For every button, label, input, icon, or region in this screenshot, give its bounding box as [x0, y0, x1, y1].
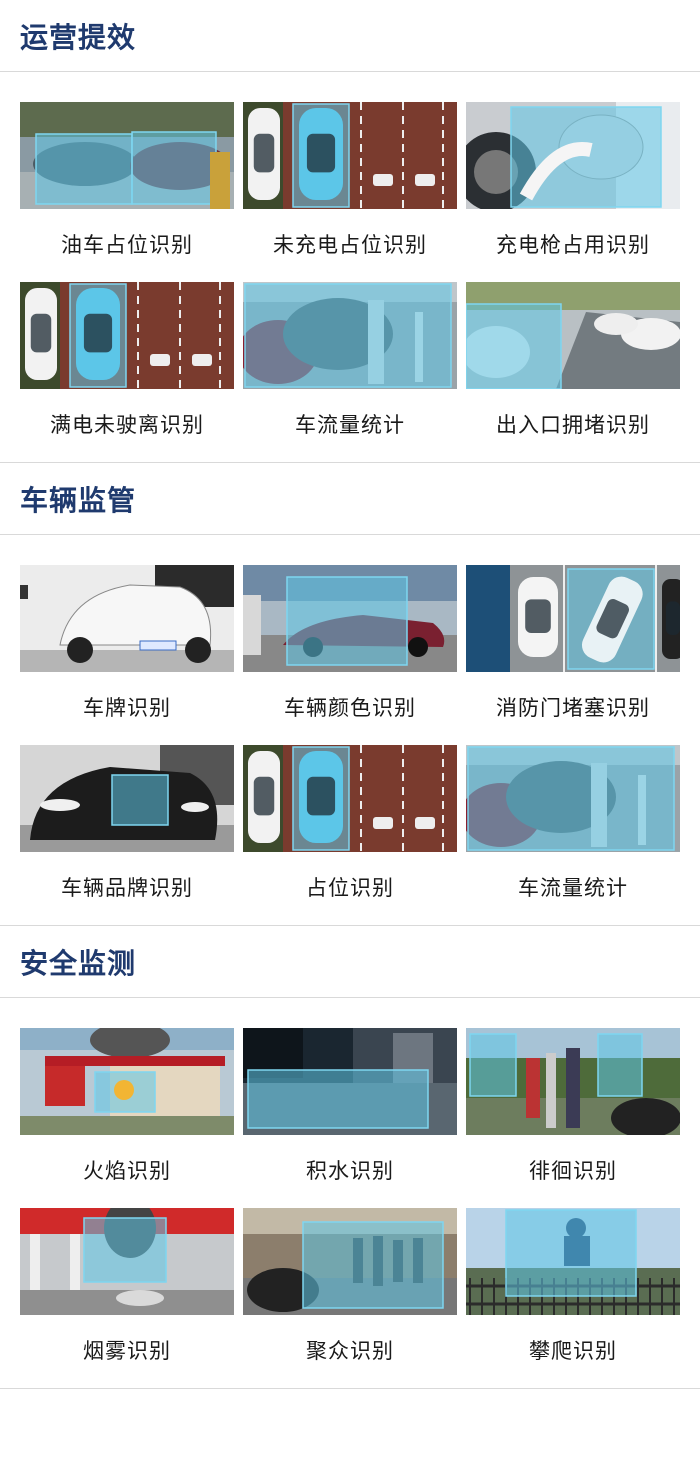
- feature-label: 车流量统计: [518, 876, 628, 900]
- feature-card[interactable]: 充电枪占用识别: [466, 102, 680, 282]
- feature-label: 车流量统计: [295, 413, 405, 437]
- feature-label: 烟雾识别: [83, 1339, 171, 1363]
- feature-grid-container: 火焰识别 积水识别 徘徊识别 烟雾识别 聚众识别 攀爬识别: [0, 998, 700, 1389]
- feature-label: 车辆颜色识别: [284, 696, 416, 720]
- feature-thumbnail: [466, 565, 680, 672]
- feature-card[interactable]: 车辆品牌识别: [20, 745, 234, 925]
- feature-label: 车牌识别: [83, 696, 171, 720]
- feature-card[interactable]: 积水识别: [243, 1028, 457, 1208]
- section-header: 车辆监管: [0, 463, 700, 535]
- feature-thumbnail: [20, 1208, 234, 1315]
- feature-thumbnail: [466, 745, 680, 852]
- feature-card[interactable]: 消防门堵塞识别: [466, 565, 680, 745]
- feature-card[interactable]: 出入口拥堵识别: [466, 282, 680, 462]
- feature-thumbnail: [20, 565, 234, 672]
- feature-card[interactable]: 车辆颜色识别: [243, 565, 457, 745]
- feature-label: 出入口拥堵识别: [496, 413, 650, 437]
- section-safety-monitoring: 安全监测 火焰识别 积水识别 徘徊识别 烟雾识别 聚众识别 攀爬识别: [0, 926, 700, 1389]
- feature-card[interactable]: 攀爬识别: [466, 1208, 680, 1388]
- feature-thumbnail: [243, 565, 457, 672]
- feature-card[interactable]: 满电未驶离识别: [20, 282, 234, 462]
- feature-thumbnail: [243, 282, 457, 389]
- feature-grid-container: 车牌识别 车辆颜色识别 消防门堵塞识别 车辆品牌识别 占位识别 车流量统计: [0, 535, 700, 926]
- feature-label: 徘徊识别: [529, 1159, 617, 1183]
- section-vehicle-supervision: 车辆监管 车牌识别 车辆颜色识别 消防门堵塞识别 车辆品牌识别 占位识别 车流量…: [0, 463, 700, 926]
- page-root: 运营提效 油车占位识别 未充电占位识别 充电枪占用识别 满电未驶离识别 车流量统…: [0, 0, 700, 1389]
- feature-thumbnail: [243, 102, 457, 209]
- feature-thumbnail: [243, 1208, 457, 1315]
- feature-grid: 车牌识别 车辆颜色识别 消防门堵塞识别 车辆品牌识别 占位识别 车流量统计: [0, 565, 700, 925]
- section-title: 车辆监管: [20, 483, 137, 517]
- feature-label: 未充电占位识别: [273, 233, 427, 257]
- feature-thumbnail: [466, 282, 680, 389]
- feature-card[interactable]: 车流量统计: [243, 282, 457, 462]
- feature-thumbnail: [466, 1028, 680, 1135]
- feature-grid: 火焰识别 积水识别 徘徊识别 烟雾识别 聚众识别 攀爬识别: [0, 1028, 700, 1388]
- feature-thumbnail: [20, 1028, 234, 1135]
- feature-label: 攀爬识别: [529, 1339, 617, 1363]
- feature-label: 积水识别: [306, 1159, 394, 1183]
- feature-grid-container: 油车占位识别 未充电占位识别 充电枪占用识别 满电未驶离识别 车流量统计 出入口…: [0, 72, 700, 463]
- section-operations: 运营提效 油车占位识别 未充电占位识别 充电枪占用识别 满电未驶离识别 车流量统…: [0, 0, 700, 463]
- feature-card[interactable]: 车流量统计: [466, 745, 680, 925]
- feature-card[interactable]: 聚众识别: [243, 1208, 457, 1388]
- feature-label: 车辆品牌识别: [61, 876, 193, 900]
- section-title: 运营提效: [20, 20, 137, 54]
- feature-label: 油车占位识别: [61, 233, 193, 257]
- feature-label: 消防门堵塞识别: [496, 696, 650, 720]
- feature-thumbnail: [243, 745, 457, 852]
- feature-card[interactable]: 占位识别: [243, 745, 457, 925]
- feature-card[interactable]: 车牌识别: [20, 565, 234, 745]
- section-title: 安全监测: [20, 946, 137, 980]
- feature-card[interactable]: 火焰识别: [20, 1028, 234, 1208]
- feature-grid: 油车占位识别 未充电占位识别 充电枪占用识别 满电未驶离识别 车流量统计 出入口…: [0, 102, 700, 462]
- feature-thumbnail: [243, 1028, 457, 1135]
- feature-card[interactable]: 油车占位识别: [20, 102, 234, 282]
- feature-card[interactable]: 烟雾识别: [20, 1208, 234, 1388]
- feature-label: 占位识别: [306, 876, 394, 900]
- section-header: 安全监测: [0, 926, 700, 998]
- feature-thumbnail: [20, 102, 234, 209]
- feature-thumbnail: [20, 282, 234, 389]
- section-header: 运营提效: [0, 0, 700, 72]
- feature-thumbnail: [466, 102, 680, 209]
- feature-label: 满电未驶离识别: [50, 413, 204, 437]
- feature-label: 充电枪占用识别: [496, 233, 650, 257]
- feature-label: 聚众识别: [306, 1339, 394, 1363]
- feature-thumbnail: [20, 745, 234, 852]
- feature-card[interactable]: 徘徊识别: [466, 1028, 680, 1208]
- feature-label: 火焰识别: [83, 1159, 171, 1183]
- feature-card[interactable]: 未充电占位识别: [243, 102, 457, 282]
- feature-thumbnail: [466, 1208, 680, 1315]
